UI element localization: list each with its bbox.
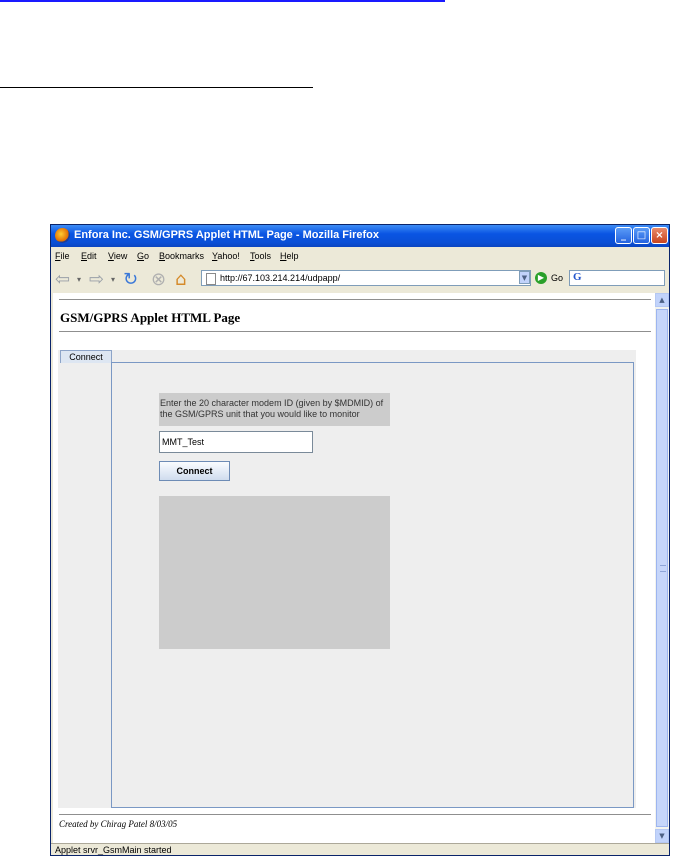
heading-rule [59,331,651,332]
back-dropdown-icon[interactable]: ▾ [77,275,81,284]
footer-rule [59,814,651,815]
reload-icon[interactable]: ↻ [123,269,138,290]
menu-bar: File Edit View Go Bookmarks Yahoo! Tools… [51,247,669,283]
footer-credit: Created by Chirag Patel 8/03/05 [59,819,178,829]
page-viewport: GSM/GPRS Applet HTML Page Connect Enter … [53,293,655,843]
minimize-button[interactable]: _ [615,227,632,244]
status-text: Applet srvr_GsmMain started [55,845,172,855]
menu-view[interactable]: View [108,251,127,261]
document-link-underline-1 [0,0,445,2]
scroll-up-icon[interactable]: ▲ [655,293,669,307]
menu-tools[interactable]: Tools [250,251,271,261]
go-icon[interactable]: ▶ [535,272,547,284]
output-area [159,496,390,649]
menu-bookmarks[interactable]: Bookmarks [159,251,204,261]
top-rule [59,299,651,300]
menu-go[interactable]: Go [137,251,149,261]
forward-icon[interactable]: ⇨ [89,269,104,290]
url-bar[interactable]: http://67.103.214.214/udpapp/ [201,270,531,286]
url-text[interactable]: http://67.103.214.214/udpapp/ [220,273,340,283]
menu-edit[interactable]: Edit [81,251,97,261]
home-icon[interactable]: ⌂ [175,269,186,290]
page-icon [206,273,216,285]
instruction-label: Enter the 20 character modem ID (given b… [159,393,390,426]
menu-yahoo[interactable]: Yahoo! [212,251,240,261]
forward-dropdown-icon[interactable]: ▾ [111,275,115,284]
page-title: GSM/GPRS Applet HTML Page [60,310,241,325]
window-title: Enfora Inc. GSM/GPRS Applet HTML Page - … [74,229,379,241]
firefox-window: Enfora Inc. GSM/GPRS Applet HTML Page - … [50,224,670,856]
title-bar[interactable]: Enfora Inc. GSM/GPRS Applet HTML Page - … [51,225,669,247]
search-box[interactable]: G [569,270,665,286]
navigation-toolbar: ⇦ ▾ ⇨ ▾ ↻ ⊗ ⌂ http://67.103.214.214/udpa… [51,265,669,293]
vertical-scrollbar[interactable]: ▲ ▼ [655,293,669,843]
menu-file[interactable]: File [55,251,70,261]
connect-button[interactable]: Connect [159,461,230,481]
menu-help[interactable]: Help [280,251,299,261]
firefox-icon [55,228,70,243]
stop-icon[interactable]: ⊗ [151,269,166,290]
maximize-button[interactable]: □ [633,227,650,244]
scroll-down-icon[interactable]: ▼ [655,829,669,843]
document-link-underline-2 [0,87,313,88]
google-search-icon: G [573,271,582,283]
connect-panel: Enter the 20 character modem ID (given b… [111,362,634,808]
close-button[interactable]: × [651,227,668,244]
tab-connect[interactable]: Connect [60,350,112,363]
modem-id-input[interactable]: MMT_Test [159,431,313,453]
scroll-grip-icon [660,565,666,572]
scroll-thumb[interactable] [656,309,668,827]
url-dropdown-icon[interactable]: ▼ [519,271,530,284]
go-button[interactable]: Go [551,273,563,283]
back-icon[interactable]: ⇦ [55,269,70,290]
gsm-applet: Connect Enter the 20 character modem ID … [58,350,636,808]
status-bar: Applet srvr_GsmMain started [51,843,669,855]
